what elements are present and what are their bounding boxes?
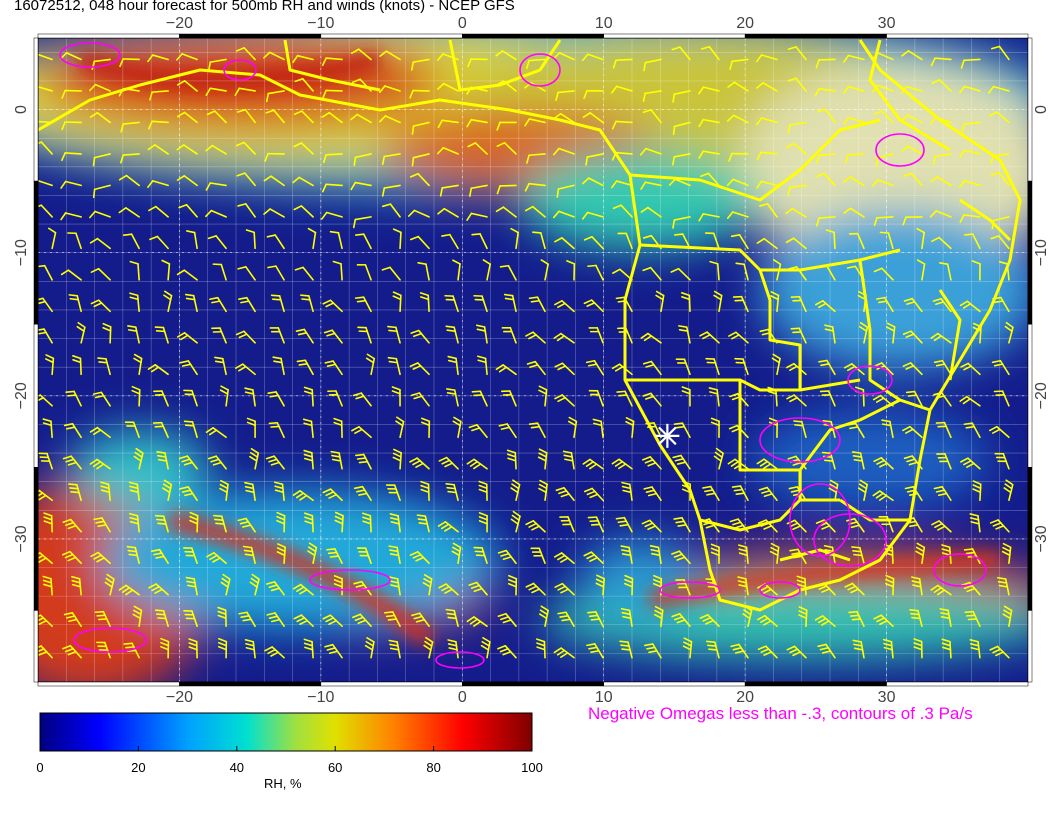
lon-tick-label-bottom: −20 (166, 689, 193, 706)
frame-segment (33, 37, 39, 182)
frame-segment (744, 681, 887, 687)
colorbar-tick-label: 0 (36, 760, 44, 775)
frame-segment (603, 33, 746, 39)
omega-legend-note: Negative Omegas less than -.3, contours … (588, 704, 973, 723)
frame-segment (320, 33, 463, 39)
frame-segment (37, 681, 180, 687)
frame-segment (1027, 180, 1033, 325)
lat-tick-label-right: −10 (1033, 239, 1050, 266)
colorbar-tick-label: 100 (521, 760, 543, 775)
forecast-map-figure: −20−20−10−10001010202030300 0−10 −10−20 −20… (13, 15, 1050, 752)
frame-segment (1027, 610, 1033, 683)
lon-tick-label-top: −10 (307, 15, 334, 32)
frame-segment (179, 681, 322, 687)
colorbar-tick-label: 80 (426, 760, 441, 775)
lon-tick-label-top: 20 (736, 15, 754, 32)
colorbar-tick-label: 60 (327, 760, 343, 775)
lat-tick-label-left: −20 (13, 382, 30, 409)
lat-tick-label-right: −30 (1033, 525, 1050, 552)
frame-segment (1027, 37, 1033, 182)
frame-segment (886, 681, 1029, 687)
frame-segment (33, 467, 39, 611)
frame-segment (886, 33, 1029, 39)
lon-tick-label-top: 10 (595, 15, 613, 32)
lat-tick-label-right: 0 (1033, 105, 1050, 114)
frame-segment (33, 180, 39, 325)
colorbar-tick-label: 40 (229, 760, 245, 775)
rh-colorbar (39, 712, 533, 752)
frame-segment (462, 681, 604, 687)
rh-field (38, 38, 1028, 682)
frame-segment (33, 610, 39, 683)
frame-segment (462, 33, 604, 39)
location-star-marker (655, 423, 680, 448)
frame-segment (37, 33, 180, 39)
lon-tick-label-top: −20 (166, 15, 193, 32)
frame-segment (744, 33, 887, 39)
frame-segment (320, 681, 463, 687)
lat-tick-label-left: −30 (13, 525, 30, 552)
lon-tick-label-top: 0 (458, 15, 467, 32)
frame-segment (603, 681, 746, 687)
frame-segment (179, 33, 322, 39)
frame-segment (1027, 467, 1033, 611)
lon-tick-label-bottom: −10 (307, 689, 334, 706)
lat-tick-label-left: 0 (13, 105, 30, 114)
lon-tick-label-bottom: 0 (458, 689, 467, 706)
colorbar-tick-label: 20 (131, 760, 146, 775)
lat-tick-label-right: −20 (1033, 382, 1050, 409)
lon-tick-label-top: 30 (878, 15, 896, 32)
colorbar-label: RH, % (264, 776, 302, 791)
frame-segment (33, 323, 39, 468)
frame-segment (1027, 323, 1033, 468)
lat-tick-label-left: −10 (13, 239, 30, 266)
